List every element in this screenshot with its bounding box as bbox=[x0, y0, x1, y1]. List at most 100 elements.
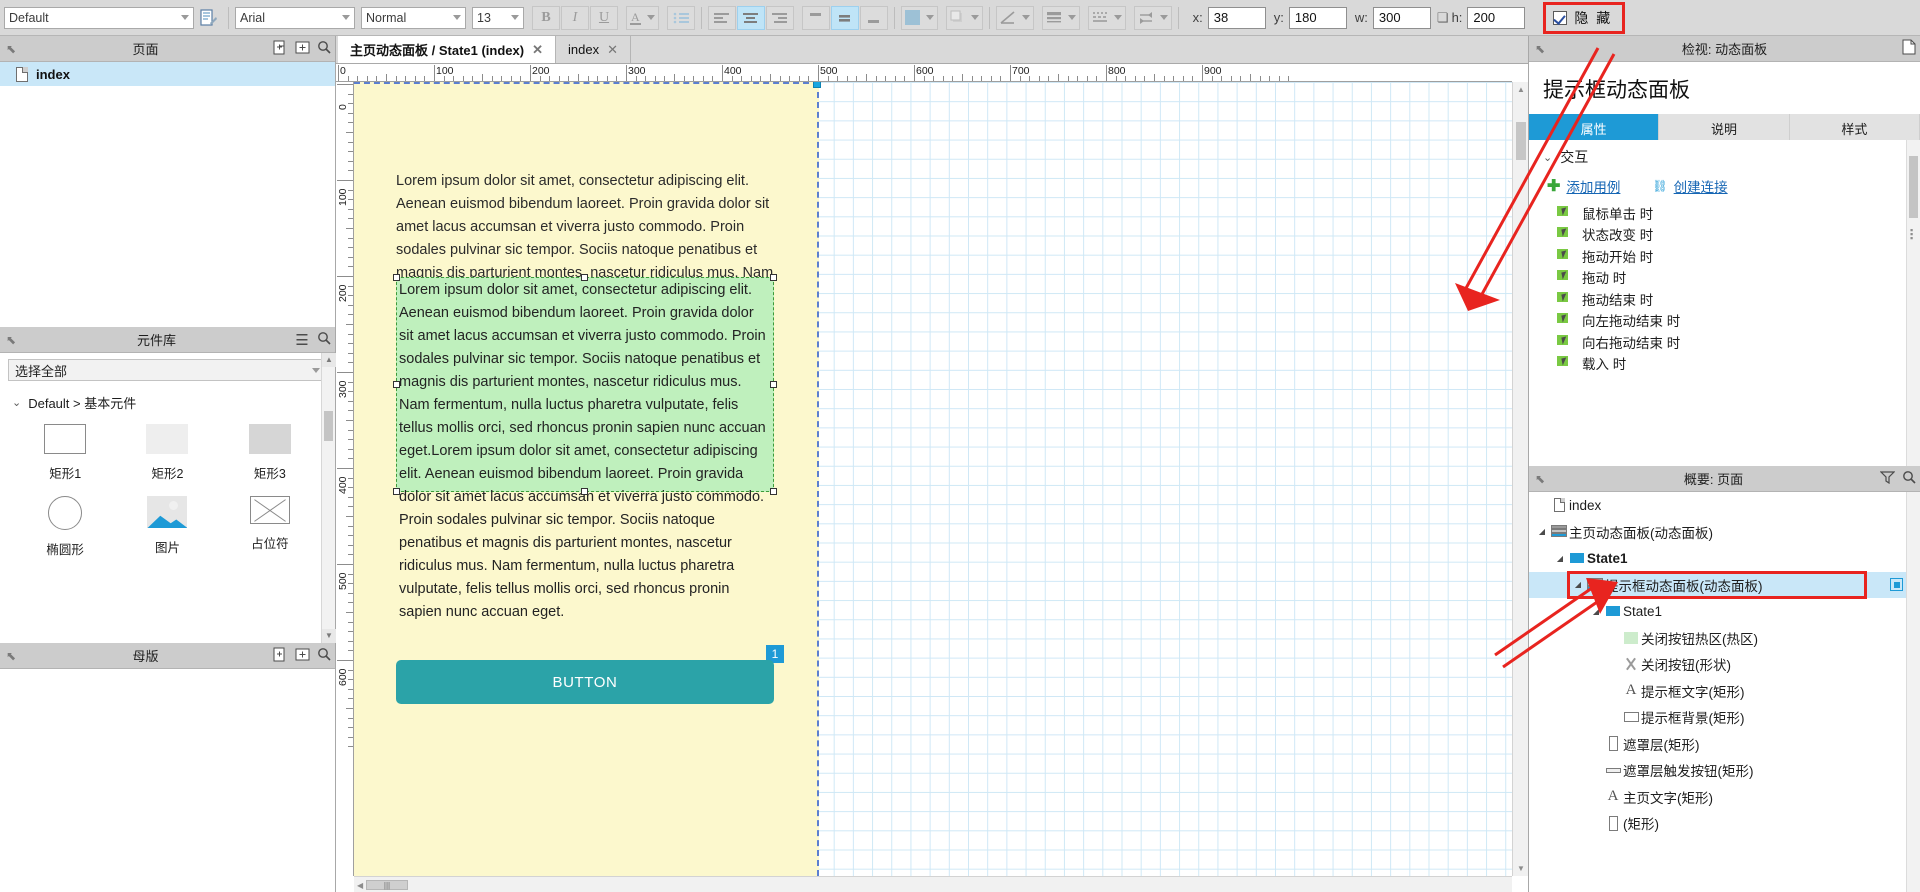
font-color-button[interactable]: A bbox=[626, 5, 659, 30]
tab-style[interactable]: 样式 bbox=[1789, 114, 1920, 142]
outline-tree-row[interactable]: (矩形) bbox=[1529, 810, 1920, 837]
outline-tree-row[interactable]: A 提示框文字 (矩形) bbox=[1529, 678, 1920, 705]
font-weight-select[interactable]: Normal bbox=[361, 6, 466, 29]
library-widget-image[interactable]: 图片 bbox=[116, 496, 218, 558]
scroll-down-icon[interactable]: ▼ bbox=[322, 629, 336, 643]
scroll-left-icon[interactable]: ◀ bbox=[357, 881, 363, 890]
outline-tree-row[interactable]: index bbox=[1529, 492, 1920, 519]
add-master-icon[interactable] bbox=[269, 647, 291, 665]
interaction-event-row[interactable]: 向左拖动结束 时 bbox=[1529, 310, 1920, 332]
resize-handle-sw[interactable] bbox=[393, 488, 400, 495]
tip-dynamic-panel[interactable]: Lorem ipsum dolor sit amet, consectetur … bbox=[393, 274, 777, 620]
interaction-event-row[interactable]: 拖动结束 时 bbox=[1529, 288, 1920, 310]
library-widget-rectangle1[interactable]: 矩形1 bbox=[14, 424, 116, 482]
create-link-link[interactable]: 创建连接 bbox=[1674, 176, 1728, 196]
canvas-vertical-scrollbar[interactable]: ▲ ▼ bbox=[1512, 82, 1528, 876]
bold-button[interactable]: B bbox=[532, 5, 560, 30]
outline-tree-row[interactable]: 提示框背景 (矩形) bbox=[1529, 704, 1920, 731]
add-page-icon[interactable] bbox=[269, 40, 291, 58]
resize-handle-s[interactable] bbox=[581, 488, 588, 495]
line-style-button[interactable] bbox=[995, 5, 1034, 30]
horizontal-ruler[interactable]: 0 100 200 300 400 500 600 700 800 900 bbox=[336, 64, 1512, 82]
scroll-up-icon[interactable]: ▲ bbox=[1517, 85, 1525, 94]
outline-tree-row[interactable]: 遮罩层触发按钮 (矩形) bbox=[1529, 757, 1920, 784]
add-folder-icon[interactable] bbox=[291, 40, 313, 57]
collapse-icon[interactable]: ⬉ bbox=[0, 333, 22, 347]
add-folder-icon[interactable] bbox=[291, 647, 313, 664]
font-family-select[interactable]: Arial bbox=[235, 6, 355, 29]
resize-handle-w[interactable] bbox=[393, 380, 400, 388]
shadow-button[interactable] bbox=[945, 5, 983, 30]
style-doc-icon[interactable] bbox=[194, 6, 222, 30]
line-dash-button[interactable] bbox=[1087, 5, 1126, 30]
close-icon[interactable]: ✕ bbox=[607, 42, 618, 58]
y-input[interactable]: 180 bbox=[1288, 6, 1347, 29]
resize-handle-e[interactable] bbox=[770, 380, 777, 388]
twisty-expand-icon[interactable]: ◢ bbox=[1535, 527, 1549, 536]
library-widget-placeholder[interactable]: 占位符 bbox=[219, 496, 321, 558]
lock-aspect-icon[interactable]: ❏ bbox=[1437, 10, 1449, 26]
valign-bottom-icon[interactable] bbox=[859, 5, 888, 30]
interaction-event-row[interactable]: 拖动 时 bbox=[1529, 267, 1920, 289]
font-size-select[interactable]: 13 bbox=[472, 6, 524, 29]
resize-handle-n[interactable] bbox=[581, 274, 588, 281]
page-list-item[interactable]: index bbox=[0, 62, 335, 86]
fill-color-button[interactable] bbox=[900, 5, 938, 30]
outline-tree-row[interactable]: 关闭按钮 (形状) bbox=[1529, 651, 1920, 678]
page-note-icon[interactable] bbox=[1898, 39, 1920, 58]
search-icon[interactable] bbox=[313, 331, 335, 348]
search-icon[interactable] bbox=[313, 647, 335, 664]
underline-button[interactable]: U bbox=[590, 5, 618, 30]
hide-checkbox[interactable] bbox=[1553, 10, 1568, 25]
arrow-style-button[interactable] bbox=[1133, 5, 1172, 30]
w-input[interactable]: 300 bbox=[1372, 6, 1431, 29]
search-icon[interactable] bbox=[313, 40, 335, 57]
filter-icon[interactable] bbox=[1876, 470, 1898, 487]
library-selector[interactable]: 选择全部 bbox=[8, 359, 327, 381]
interaction-event-row[interactable]: 状态改变 时 bbox=[1529, 224, 1920, 246]
outline-tree-row[interactable]: A 主页文字 (矩形) bbox=[1529, 784, 1920, 811]
twisty-expand-icon[interactable]: ◢ bbox=[1589, 607, 1603, 616]
style-select[interactable]: Default bbox=[4, 6, 194, 29]
library-widget-ellipse[interactable]: 椭圆形 bbox=[14, 496, 116, 558]
align-left-icon[interactable] bbox=[707, 5, 736, 30]
inspector-scrollbar[interactable]: ▪ ▪ ▪ bbox=[1906, 140, 1920, 466]
resize-handle-se[interactable] bbox=[770, 488, 777, 495]
collapse-icon[interactable]: ⬉ bbox=[0, 42, 22, 56]
h-input[interactable]: 200 bbox=[1467, 6, 1526, 29]
vertical-ruler[interactable]: 0 100 200 300 400 500 600 bbox=[336, 82, 354, 876]
canvas-button[interactable]: BUTTON bbox=[396, 660, 774, 704]
resize-handle-nw[interactable] bbox=[393, 274, 400, 281]
outline-tree-row[interactable]: 遮罩层 (矩形) bbox=[1529, 731, 1920, 758]
canvas-horizontal-scrollbar[interactable]: ◀ ||| bbox=[354, 876, 1512, 892]
x-input[interactable]: 38 bbox=[1207, 6, 1266, 29]
collapse-icon[interactable]: ⬉ bbox=[1529, 42, 1551, 56]
scrollbar-thumb[interactable] bbox=[324, 411, 333, 441]
valign-top-icon[interactable] bbox=[801, 5, 830, 30]
collapse-icon[interactable]: ⬉ bbox=[1529, 472, 1551, 486]
outline-tree-row[interactable]: ◢ 主页动态面板 (动态面板) bbox=[1529, 519, 1920, 546]
menu-icon[interactable]: ☰ bbox=[291, 331, 313, 349]
collapse-icon[interactable]: ⬉ bbox=[0, 649, 22, 663]
valign-middle-icon[interactable] bbox=[830, 5, 859, 30]
tab-notes[interactable]: 说明 bbox=[1659, 114, 1790, 142]
outline-tree-row[interactable]: 关闭按钮热区 (热区) bbox=[1529, 625, 1920, 652]
outline-scrollbar[interactable] bbox=[1906, 492, 1920, 892]
interaction-event-row[interactable]: 拖动开始 时 bbox=[1529, 245, 1920, 267]
visibility-toggle-icon[interactable] bbox=[1890, 578, 1903, 592]
library-widget-rectangle3[interactable]: 矩形3 bbox=[219, 424, 321, 482]
outline-tree-row[interactable]: ◢ 提示框动态面板 (动态面板) bbox=[1529, 571, 1920, 598]
scrollbar-thumb[interactable]: ||| bbox=[366, 880, 408, 890]
library-group-header[interactable]: ⌄ Default > 基本元件 bbox=[0, 385, 335, 416]
interaction-event-row[interactable]: 鼠标单击 时 bbox=[1529, 202, 1920, 224]
line-width-button[interactable] bbox=[1041, 5, 1080, 30]
scroll-down-icon[interactable]: ▼ bbox=[1517, 864, 1525, 873]
library-widget-rectangle2[interactable]: 矩形2 bbox=[116, 424, 218, 482]
design-canvas[interactable]: Lorem ipsum dolor sit amet, consectetur … bbox=[354, 82, 1512, 876]
interactions-section-header[interactable]: ⌄ 交互 bbox=[1529, 140, 1920, 172]
interaction-event-row[interactable]: 载入 时 bbox=[1529, 353, 1920, 375]
tab-index[interactable]: index ✕ bbox=[556, 36, 631, 63]
selection-handle[interactable] bbox=[813, 82, 821, 88]
bullet-list-icon[interactable] bbox=[666, 5, 695, 30]
close-icon[interactable]: ✕ bbox=[532, 42, 543, 58]
